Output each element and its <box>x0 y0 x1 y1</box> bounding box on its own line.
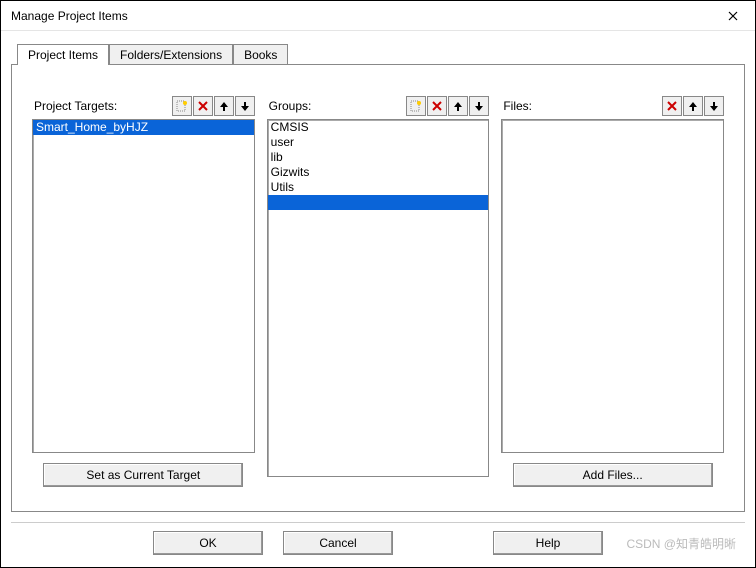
close-button[interactable] <box>710 1 755 31</box>
ok-button[interactable]: OK <box>153 531 263 555</box>
cancel-button[interactable]: Cancel <box>283 531 393 555</box>
new-icon <box>176 100 188 112</box>
list-item[interactable]: lib <box>268 150 489 165</box>
files-footer: Add Files... <box>501 463 724 487</box>
close-icon <box>728 11 738 21</box>
tab-project-items[interactable]: Project Items <box>17 44 109 65</box>
arrow-down-icon <box>708 100 720 112</box>
list-item[interactable]: Smart_Home_byHJZ <box>33 120 254 135</box>
files-header: Files: <box>501 95 724 117</box>
targets-down-button[interactable] <box>235 96 255 116</box>
targets-delete-button[interactable] <box>193 96 213 116</box>
arrow-up-icon <box>218 100 230 112</box>
files-listbox[interactable] <box>501 119 724 453</box>
targets-new-button[interactable] <box>172 96 192 116</box>
tab-panel: Project Targets: Smart_Home_byHJZ Set as… <box>11 64 745 512</box>
targets-footer: Set as Current Target <box>32 463 255 487</box>
files-up-button[interactable] <box>683 96 703 116</box>
groups-delete-button[interactable] <box>427 96 447 116</box>
dialog-buttons: OK Cancel Help <box>11 522 745 561</box>
groups-header: Groups: <box>267 95 490 117</box>
dialog-window: Manage Project Items Project Items Folde… <box>0 0 756 568</box>
targets-listbox[interactable]: Smart_Home_byHJZ <box>32 119 255 453</box>
targets-toolbar <box>171 96 255 116</box>
list-item[interactable]: user <box>268 135 489 150</box>
targets-label: Project Targets: <box>32 99 171 113</box>
help-button[interactable]: Help <box>493 531 603 555</box>
files-label: Files: <box>501 99 661 113</box>
files-delete-button[interactable] <box>662 96 682 116</box>
arrow-down-icon <box>239 100 251 112</box>
groups-new-button[interactable] <box>406 96 426 116</box>
targets-up-button[interactable] <box>214 96 234 116</box>
add-files-button[interactable]: Add Files... <box>513 463 713 487</box>
targets-header: Project Targets: <box>32 95 255 117</box>
set-current-target-button[interactable]: Set as Current Target <box>43 463 243 487</box>
arrow-up-icon <box>452 100 464 112</box>
delete-icon <box>431 100 443 112</box>
columns: Project Targets: Smart_Home_byHJZ Set as… <box>32 95 724 487</box>
tab-books[interactable]: Books <box>233 44 288 65</box>
list-item[interactable]: Utils <box>268 180 489 195</box>
groups-toolbar <box>405 96 489 116</box>
files-column: Files: Add Files... <box>501 95 724 487</box>
groups-up-button[interactable] <box>448 96 468 116</box>
delete-icon <box>197 100 209 112</box>
groups-label: Groups: <box>267 99 406 113</box>
groups-column: Groups: CMSIS user lib Gizwits U <box>267 95 490 487</box>
list-item[interactable]: CMSIS <box>268 120 489 135</box>
arrow-down-icon <box>473 100 485 112</box>
list-item[interactable]: Gizwits <box>268 165 489 180</box>
groups-down-button[interactable] <box>469 96 489 116</box>
titlebar: Manage Project Items <box>1 1 755 31</box>
tab-folders-extensions[interactable]: Folders/Extensions <box>109 44 233 65</box>
list-item-new[interactable] <box>268 195 489 210</box>
tab-bar: Project Items Folders/Extensions Books <box>17 41 745 65</box>
window-title: Manage Project Items <box>11 9 710 23</box>
files-toolbar <box>661 96 724 116</box>
delete-icon <box>666 100 678 112</box>
arrow-up-icon <box>687 100 699 112</box>
content-area: Project Items Folders/Extensions Books P… <box>1 31 755 567</box>
new-icon <box>410 100 422 112</box>
groups-listbox[interactable]: CMSIS user lib Gizwits Utils <box>267 119 490 477</box>
files-down-button[interactable] <box>704 96 724 116</box>
targets-column: Project Targets: Smart_Home_byHJZ Set as… <box>32 95 255 487</box>
